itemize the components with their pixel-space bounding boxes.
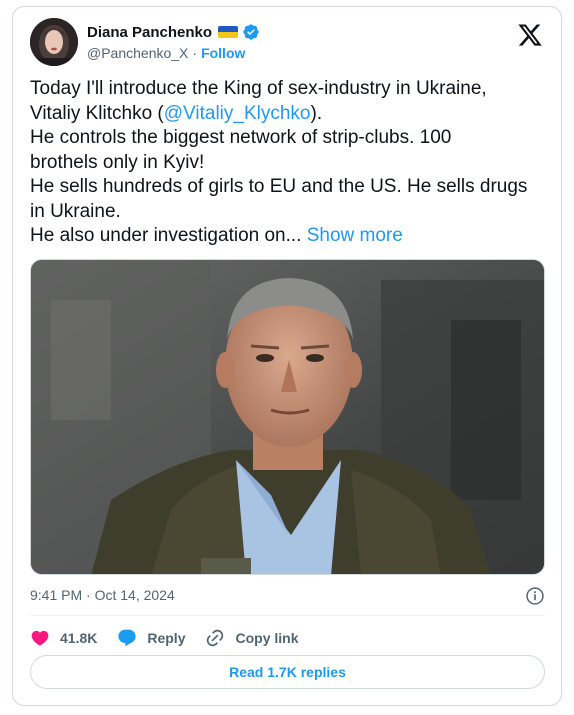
reply-button[interactable]: Reply bbox=[117, 628, 185, 648]
author-handle-row: @Panchenko_X · Follow bbox=[87, 45, 245, 61]
tweet-line: in Ukraine. bbox=[30, 200, 121, 222]
copy-link-label: Copy link bbox=[235, 630, 299, 646]
read-replies-button[interactable]: Read 1.7K replies bbox=[30, 655, 545, 689]
author-avatar[interactable] bbox=[30, 18, 78, 66]
reply-bubble-icon bbox=[118, 629, 136, 647]
link-icon bbox=[207, 629, 224, 647]
mention-link[interactable]: @Vitaliy_Klychko bbox=[164, 103, 311, 124]
tweet-card: Diana Panchenko @Panchenko_X · Follow To… bbox=[12, 6, 562, 706]
tweet-header: Diana Panchenko @Panchenko_X · Follow bbox=[30, 18, 549, 70]
avatar-image bbox=[30, 18, 78, 66]
tweet-text: Today I'll introduce the King of sex-ind… bbox=[30, 77, 545, 249]
tweet-line: Today I'll introduce the King of sex-ind… bbox=[30, 78, 487, 99]
author-name[interactable]: Diana Panchenko bbox=[87, 24, 212, 41]
tweet-line: He sells hundreds of girls to EU and the… bbox=[30, 176, 528, 197]
author-name-row: Diana Panchenko bbox=[87, 23, 260, 41]
follow-button[interactable]: Follow bbox=[201, 45, 245, 61]
tweet-line: Vitaliy Klitchko ( bbox=[30, 102, 164, 124]
tweet-line: He controls the biggest network of strip… bbox=[30, 127, 452, 148]
x-logo-icon[interactable] bbox=[517, 22, 543, 48]
divider bbox=[30, 615, 545, 616]
tweet-photo[interactable] bbox=[30, 259, 545, 575]
heart-icon bbox=[31, 630, 49, 646]
tweet-line: brothels only in Kyiv! bbox=[30, 151, 205, 173]
tweet-actions: 41.8K Reply Copy link bbox=[30, 625, 319, 651]
copy-link-button[interactable]: Copy link bbox=[205, 628, 299, 648]
likes-count: 41.8K bbox=[60, 630, 98, 646]
reply-label: Reply bbox=[147, 630, 186, 646]
like-button[interactable]: 41.8K bbox=[30, 628, 97, 648]
info-icon[interactable] bbox=[525, 586, 545, 606]
photo-image bbox=[31, 260, 544, 574]
show-more-link[interactable]: Show more bbox=[307, 225, 403, 246]
tweet-line: He also under investigation on... bbox=[30, 225, 302, 246]
separator-dot: · bbox=[192, 45, 198, 61]
author-handle[interactable]: @Panchenko_X bbox=[87, 45, 188, 61]
tweet-line: ). bbox=[310, 102, 323, 124]
tweet-timestamp[interactable]: 9:41 PM · Oct 14, 2024 bbox=[30, 587, 175, 603]
verified-badge-icon bbox=[243, 24, 259, 40]
ukraine-flag-icon bbox=[218, 26, 239, 38]
